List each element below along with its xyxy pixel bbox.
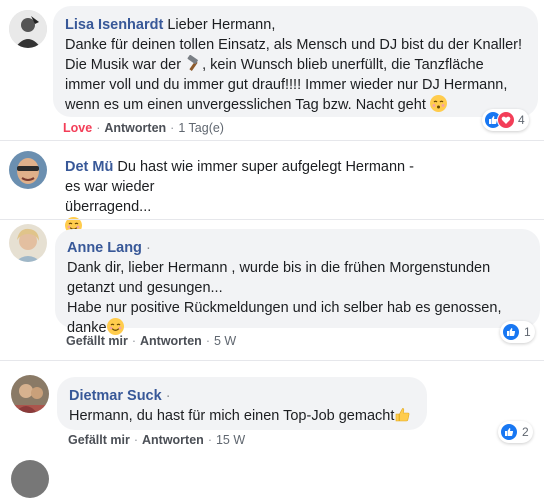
separator: ·: [170, 121, 175, 135]
avatar[interactable]: [9, 151, 47, 189]
avatar[interactable]: [11, 375, 49, 413]
like-link[interactable]: Gefällt mir: [68, 433, 130, 447]
comment-actions: Love · Antworten · 1 Tag(e): [63, 121, 224, 135]
comment-det: Det Mü Du hast wie immer super aufgelegt…: [0, 141, 544, 234]
comment-text: Lieber Hermann,: [167, 17, 276, 33]
reaction-summary[interactable]: 4: [482, 109, 529, 131]
kissing-emoji: [429, 95, 447, 112]
comment-text: Die Musik war der: [65, 57, 182, 73]
like-link[interactable]: Gefällt mir: [66, 334, 128, 348]
comment-text: überragend...: [65, 199, 152, 215]
timestamp[interactable]: 1 Tag(e): [178, 121, 224, 135]
reaction-count: 1: [524, 325, 531, 339]
comment-author[interactable]: Lisa Isenhardt: [65, 17, 163, 33]
separator: ·: [207, 433, 212, 447]
reaction-count: 4: [518, 113, 525, 127]
comment-text: , kein Wunsch blieb unerfüllt, die Tanzf…: [202, 57, 484, 73]
reaction-count: 2: [522, 425, 529, 439]
comment-text: immer voll und du immer gut drauf!!!! Im…: [65, 77, 508, 93]
comment-anne: Anne Lang · Dank dir, lieber Hermann , w…: [0, 220, 544, 360]
comment-bubble: Det Mü Du hast wie immer super aufgelegt…: [53, 150, 445, 234]
avatar[interactable]: [11, 460, 49, 498]
avatar[interactable]: [9, 10, 47, 48]
comment-author[interactable]: Dietmar Suck: [69, 388, 162, 404]
comment-actions: Gefällt mir · Antworten · 15 W: [68, 433, 245, 447]
comment-text: Du hast wie immer super aufgelegt Herman…: [65, 159, 414, 195]
comment-text: getanzt und gesungen...: [67, 280, 223, 296]
comment-bubble: Dietmar Suck · Hermann, du hast für mich…: [57, 377, 427, 430]
comment-text: Habe nur positive Rückmeldungen und ich …: [67, 300, 502, 316]
smile-emoji: [106, 318, 124, 335]
comment-bubble: Anne Lang · Dank dir, lieber Hermann , w…: [55, 229, 540, 336]
comment-dietmar: Dietmar Suck · Hermann, du hast für mich…: [0, 361, 544, 498]
comment-actions: Gefällt mir · Antworten · 5 W: [66, 334, 236, 348]
reply-link[interactable]: Antworten: [104, 121, 166, 135]
avatar[interactable]: [9, 224, 47, 262]
reaction-summary[interactable]: 1: [500, 321, 535, 343]
separator: ·: [96, 121, 101, 135]
separator: ·: [165, 388, 171, 404]
separator: ·: [145, 240, 151, 256]
comment-author[interactable]: Det Mü: [65, 159, 113, 175]
thumbs-up-emoji: [394, 406, 411, 423]
reply-link[interactable]: Antworten: [142, 433, 204, 447]
hammer-emoji: [185, 54, 202, 72]
comment-author[interactable]: Anne Lang: [67, 240, 142, 256]
comment-text: Dank dir, lieber Hermann , wurde bis in …: [67, 260, 491, 276]
comment-bubble: Lisa Isenhardt Lieber Hermann, Danke für…: [53, 6, 538, 117]
comment-text: Hermann, du hast für mich einen Top-Job …: [69, 408, 395, 424]
comment-text: Danke für deinen tollen Einsatz, als Men…: [65, 37, 522, 53]
timestamp[interactable]: 15 W: [216, 433, 245, 447]
timestamp[interactable]: 5 W: [214, 334, 236, 348]
separator: ·: [131, 334, 136, 348]
comment-text: wenn es um einen unvergesslichen Tag bzw…: [65, 97, 426, 113]
separator: ·: [205, 334, 210, 348]
comment-lisa: Lisa Isenhardt Lieber Hermann, Danke für…: [0, 0, 544, 140]
separator: ·: [133, 433, 138, 447]
love-icon: [497, 111, 515, 129]
like-icon: [502, 323, 520, 341]
love-reaction-link[interactable]: Love: [63, 121, 92, 135]
like-icon: [500, 423, 518, 441]
reaction-summary[interactable]: 2: [498, 421, 533, 443]
reply-link[interactable]: Antworten: [140, 334, 202, 348]
